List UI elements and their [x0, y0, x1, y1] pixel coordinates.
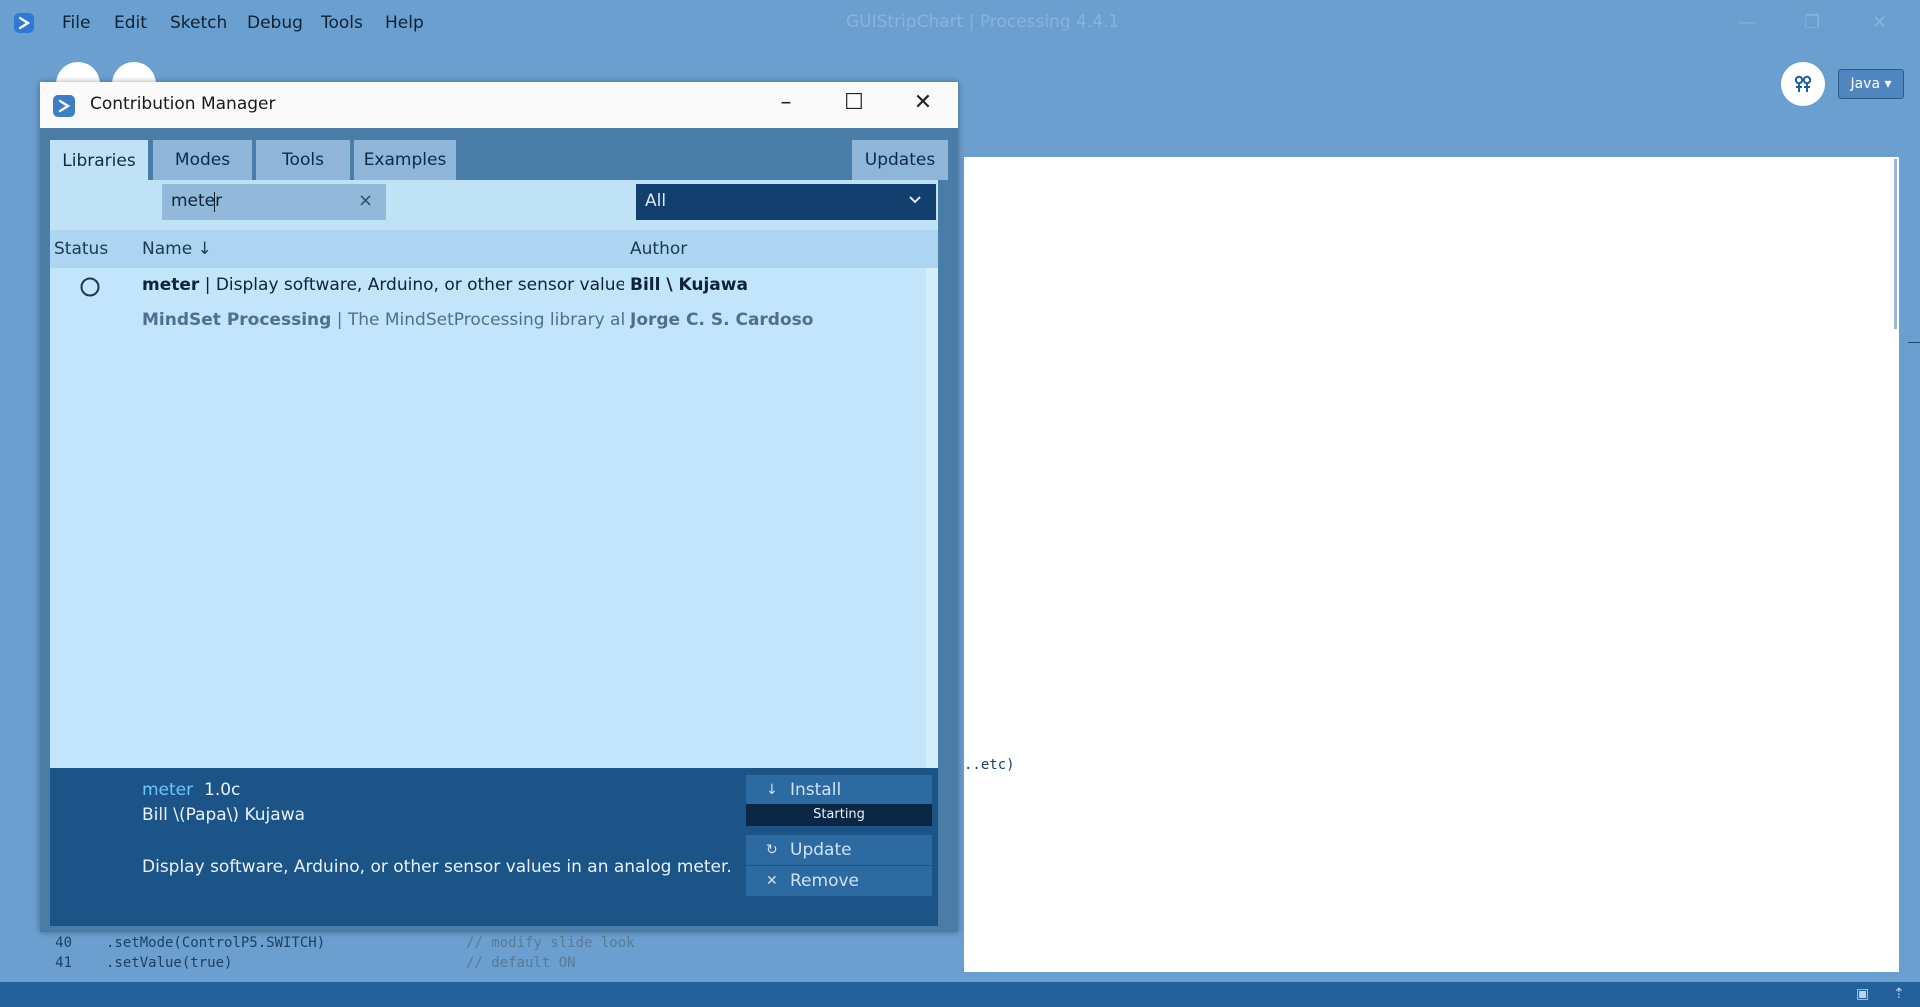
download-arrow-icon: ↓: [766, 782, 778, 798]
search-input[interactable]: meter ×: [162, 184, 386, 220]
code-editor[interactable]: [964, 157, 1893, 972]
menu-edit[interactable]: Edit: [114, 13, 147, 33]
list-row-mindset-processing[interactable]: MindSet Processing | The MindSetProcessi…: [50, 303, 926, 337]
column-status[interactable]: Status: [54, 239, 108, 259]
row-separator: |: [199, 275, 216, 295]
dialog-titlebar: Contribution Manager – ☐ ✕: [40, 82, 958, 128]
code-line: .setValue(true): [106, 955, 233, 971]
row-name: MindSet Processing: [142, 310, 332, 330]
column-name[interactable]: Name ↓: [142, 239, 212, 259]
tab-tools[interactable]: Tools: [256, 140, 350, 180]
category-dropdown[interactable]: All: [636, 184, 936, 220]
error-marker: [1908, 342, 1920, 343]
maximize-icon[interactable]: ☐: [839, 88, 869, 118]
code-comment: // modify slide look: [466, 935, 635, 951]
row-title: meter | Display software, Arduino, or ot…: [142, 275, 624, 295]
tab-examples[interactable]: Examples: [354, 140, 456, 180]
detail-version: 1.0c: [204, 780, 241, 800]
minimize-window-icon[interactable]: —: [1738, 12, 1756, 33]
tab-modes[interactable]: Modes: [153, 140, 252, 180]
tab-updates[interactable]: Updates: [852, 140, 948, 180]
menu-help[interactable]: Help: [385, 13, 424, 33]
maximize-window-icon[interactable]: ❐: [1804, 12, 1820, 33]
remove-label: Remove: [790, 871, 859, 891]
mode-selector[interactable]: Java ▾: [1838, 69, 1904, 99]
row-author: Bill \ Kujawa: [630, 275, 748, 295]
debugger-button[interactable]: [1781, 62, 1825, 106]
tab-libraries[interactable]: Libraries: [50, 140, 148, 182]
detail-name-link[interactable]: meter: [142, 780, 193, 800]
editor-scrollbar[interactable]: [1893, 157, 1899, 972]
close-window-icon[interactable]: ✕: [1872, 12, 1887, 33]
not-installed-status-icon: [80, 277, 100, 297]
dialog-title: Contribution Manager: [90, 94, 276, 114]
row-title: MindSet Processing | The MindSetProcessi…: [142, 310, 624, 330]
remove-x-icon: ✕: [766, 873, 778, 889]
line-number: 41: [55, 955, 72, 971]
install-button[interactable]: ↓ Install: [746, 775, 932, 805]
detail-author: Bill \(Papa\) Kujawa: [142, 805, 306, 825]
debug-icon: [1794, 75, 1812, 92]
line-number: 40: [55, 935, 72, 951]
row-author: Jorge C. S. Cardoso: [630, 310, 814, 330]
install-progress-bar: Starting: [746, 804, 932, 826]
contribution-manager-dialog: Contribution Manager – ☐ ✕ Libraries Mod…: [40, 82, 958, 932]
install-label: Install: [790, 780, 842, 800]
update-button[interactable]: ↻ Update: [746, 835, 932, 865]
update-label: Update: [790, 840, 852, 860]
dialog-body: Libraries Modes Tools Examples Updates m…: [40, 128, 958, 932]
menu-debug[interactable]: Debug: [247, 13, 303, 33]
menu-tools[interactable]: Tools: [321, 13, 363, 33]
code-line: .setMode(ControlP5.SWITCH): [106, 935, 326, 951]
list-header: Status Name ↓ Author: [50, 230, 938, 268]
detail-panel: meter 1.0c Bill \(Papa\) Kujawa Display …: [50, 768, 938, 926]
code-fragment: ..etc): [964, 757, 1015, 773]
close-icon[interactable]: ✕: [908, 88, 938, 118]
menu-file[interactable]: File: [62, 13, 90, 33]
column-author[interactable]: Author: [630, 239, 687, 259]
remove-button[interactable]: ✕ Remove: [746, 866, 932, 896]
category-value: All: [645, 191, 667, 211]
minimize-icon[interactable]: –: [771, 88, 801, 118]
processing-logo-icon: [14, 13, 34, 33]
window-title: GUIStripChart | Processing 4.4.1: [846, 12, 1120, 32]
expand-icon[interactable]: ⇡: [1893, 986, 1905, 1002]
text-caret: [214, 192, 215, 212]
menu-bar: File Edit Sketch Debug Tools Help GUIStr…: [0, 0, 1920, 45]
processing-app-icon: [53, 95, 75, 117]
contribution-list: Status Name ↓ Author meter | Display sof…: [50, 230, 938, 768]
code-comment: // default ON: [466, 955, 576, 971]
row-description: Display software, Arduino, or other sens…: [215, 275, 624, 295]
status-bar: ▣ ⇡: [0, 982, 1920, 1007]
clear-search-icon[interactable]: ×: [358, 190, 373, 211]
chevron-down-icon: [909, 196, 921, 204]
row-separator: |: [331, 310, 348, 330]
row-name: meter: [142, 275, 200, 295]
refresh-icon: ↻: [766, 842, 778, 858]
row-description: The MindSetProcessing library allows you…: [347, 310, 624, 330]
list-row-meter[interactable]: meter | Display software, Arduino, or ot…: [50, 268, 926, 302]
detail-description: Display software, Arduino, or other sens…: [142, 857, 732, 877]
progress-label: Starting: [813, 807, 865, 822]
menu-sketch[interactable]: Sketch: [170, 13, 227, 33]
list-scrollbar[interactable]: [926, 268, 938, 768]
console-icon[interactable]: ▣: [1856, 986, 1869, 1002]
